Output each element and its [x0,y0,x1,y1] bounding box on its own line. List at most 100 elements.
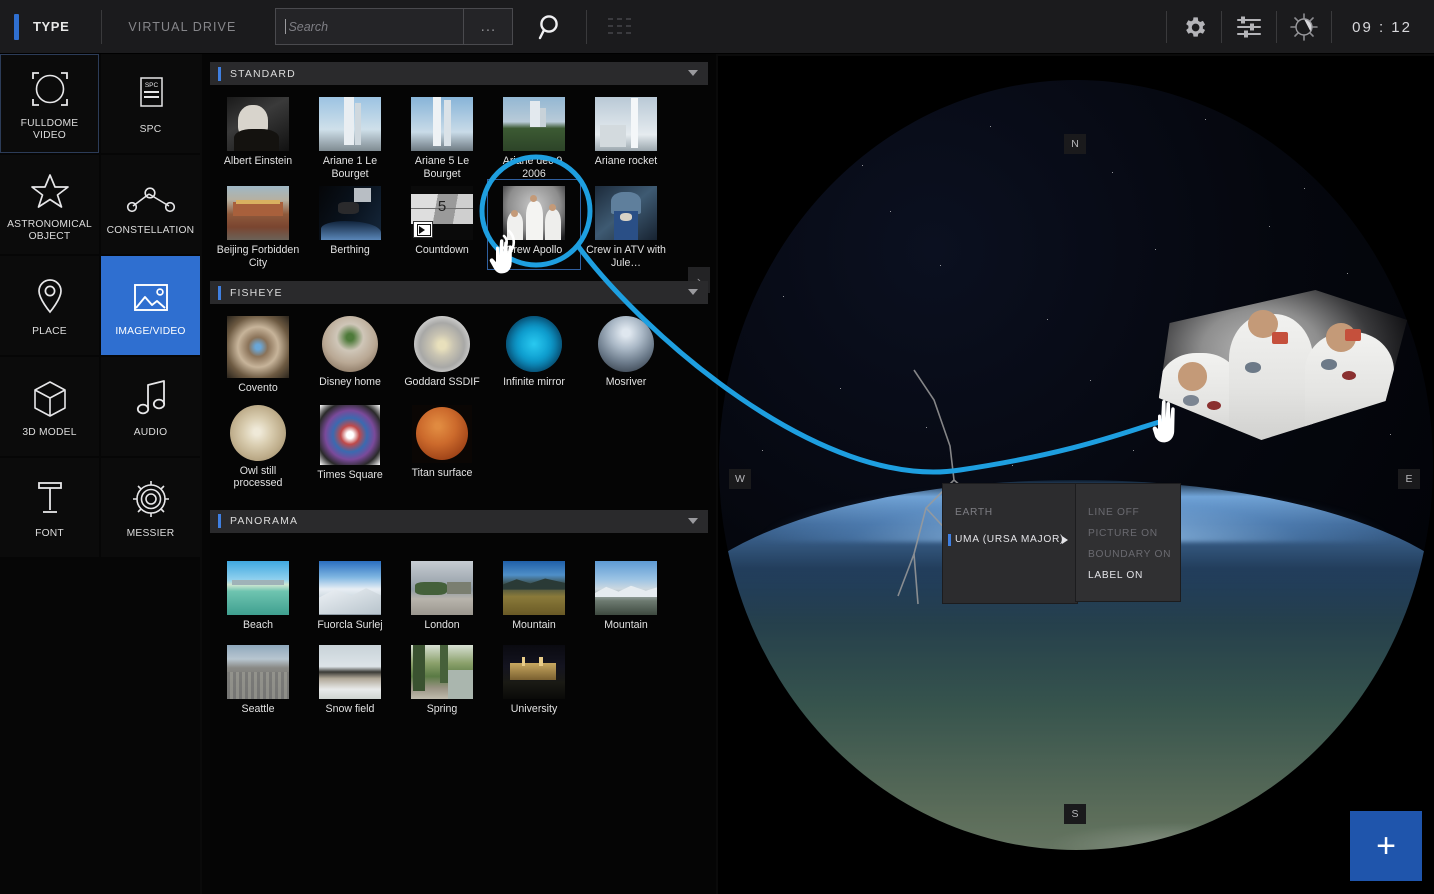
list-item[interactable]: Ariane 1 Le Bourget [304,91,396,180]
sidebar-item-fulldome-video[interactable]: FULLDOME VIDEO [0,54,99,153]
cube-icon [30,374,70,420]
sidebar-item-image-video[interactable]: IMAGE/VIDEO [101,256,200,355]
sidebar-item-3d-model[interactable]: 3D MODEL [0,357,99,456]
sidebar-item-font[interactable]: FONT [0,458,99,557]
item-label: Beach [242,618,274,631]
brightness-dial-icon[interactable] [1277,0,1331,54]
sidebar-item-spc[interactable]: SPC SPC [101,54,200,153]
compass-east: E [1398,469,1420,489]
item-label: Countdown [415,244,469,256]
list-item[interactable]: Owl still processed [212,395,304,490]
item-label: Berthing [330,244,370,256]
section-header-panorama[interactable]: PANORAMA [210,509,708,533]
suit-detail-5 [1342,371,1356,380]
search-group: Search ... [275,8,514,45]
clock-label: 09 : 12 [1352,18,1412,36]
text-caret [285,19,287,34]
list-item[interactable]: Crew in ATV with Jule… [580,180,672,269]
app-root: TYPE VIRTUAL DRIVE Search ... 09: 12 FU… [0,0,1434,894]
list-item[interactable]: 5 Countdown [396,180,488,269]
grid-icon[interactable] [608,17,632,36]
item-label: London [424,618,460,631]
list-item[interactable]: Spring [396,631,488,716]
item-label: Disney home [319,376,381,388]
list-item[interactable]: Beijing Forbidden City [212,180,304,269]
list-item[interactable]: Infinite mirror [488,314,580,395]
chevron-down-icon[interactable] [688,289,698,295]
list-item[interactable]: Mountain [488,555,580,632]
sidebar-item-audio[interactable]: AUDIO [101,357,200,456]
context-menu-objects[interactable]: EARTH UMA (URSA MAJOR) [942,483,1078,604]
list-item[interactable]: Times Square [304,395,396,490]
sidebar-item-label: 3D MODEL [22,427,77,438]
spc-document-icon: SPC [132,71,170,117]
list-item[interactable]: Ariane 5 Le Bourget [396,91,488,180]
section-accent [218,66,221,81]
section-header-standard[interactable]: STANDARD [210,62,708,85]
image-icon [130,273,172,319]
list-item[interactable]: Ariane rocket [580,91,672,180]
compass-south: S [1064,804,1086,824]
thumbnail [319,560,381,615]
context-menu-item-earth[interactable]: EARTH [943,502,1077,523]
sidebar-item-label: ASTRONOMICAL OBJECT [7,219,92,242]
sidebar-item-constellation[interactable]: CONSTELLATION [101,155,200,254]
list-item[interactable]: Albert Einstein [212,91,304,180]
item-label: Times Square [317,468,383,481]
menu-item-label: UMA (URSA MAJOR) [955,534,1065,545]
thumbnail [503,645,565,699]
list-item[interactable]: Snow field [304,631,396,716]
chevron-down-icon[interactable] [688,517,698,524]
context-menu-item-picture[interactable]: PICTURE ON [1076,523,1180,544]
list-item[interactable]: Ariane dec 9, 2006 [488,91,580,180]
thumbnail [411,97,473,151]
list-item[interactable]: Fuorcla Surlej [304,555,396,632]
hand-cursor-icon [1152,400,1175,443]
list-item[interactable]: Mosriver [580,314,672,395]
item-label: Ariane 5 Le Bourget [414,155,470,180]
add-button[interactable]: + [1350,811,1422,881]
list-item[interactable]: Covento [212,314,304,395]
search-input[interactable]: Search [275,8,464,45]
item-label: Albert Einstein [223,155,293,167]
fisheye-grid: Covento Disney home Goddard SSDIF Infini… [202,304,716,494]
sidebar-item-label: FONT [35,528,64,539]
list-item[interactable]: Goddard SSDIF [396,314,488,395]
context-menu-item-label[interactable]: LABEL ON [1076,565,1180,586]
list-item[interactable]: Berthing [304,180,396,269]
item-label: Mosriver [605,376,647,388]
sidebar-item-messier[interactable]: MESSIER [101,458,200,557]
section-header-fisheye[interactable]: FISHEYE [210,281,708,304]
sliders-icon[interactable] [1222,0,1276,54]
gear-icon[interactable] [1167,0,1221,54]
sidebar-item-place[interactable]: PLACE [0,256,99,355]
virtual-drive-button[interactable]: VIRTUAL DRIVE [128,20,236,34]
music-note-icon [132,374,170,420]
section-title: FISHEYE [230,286,283,299]
context-menu-item-boundary[interactable]: BOUNDARY ON [1076,544,1180,565]
context-menu-constellation-options[interactable]: LINE OFF PICTURE ON BOUNDARY ON LABEL ON [1075,483,1181,602]
dome-canvas[interactable] [719,80,1433,850]
sidebar-item-label: IMAGE/VIDEO [115,326,186,337]
chevron-down-icon[interactable] [688,70,698,76]
section-title: PANORAMA [230,515,299,527]
context-menu-item-uma[interactable]: UMA (URSA MAJOR) [943,529,1077,550]
search-more-button[interactable]: ... [463,8,514,45]
item-label: University [510,703,558,715]
sidebar-item-label: SPC [139,124,162,135]
context-menu-item-line[interactable]: LINE OFF [1076,502,1180,523]
list-item[interactable]: Titan surface [396,395,488,490]
sidebar-item-astronomical-object[interactable]: ASTRONOMICAL OBJECT [0,155,99,254]
list-item[interactable]: Mountain [580,555,672,632]
list-item[interactable]: London [396,555,488,632]
list-item[interactable]: University [488,631,580,716]
list-item[interactable]: Seattle [212,631,304,716]
list-item[interactable]: Disney home [304,314,396,395]
section-accent [218,514,221,528]
dome-viewport[interactable]: N W E S + [718,56,1434,894]
search-icon[interactable] [537,13,563,41]
thumbnail [414,316,470,372]
thumbnail [319,645,381,699]
list-item[interactable]: Beach [212,555,304,632]
toolbar-divider-2 [586,9,588,44]
